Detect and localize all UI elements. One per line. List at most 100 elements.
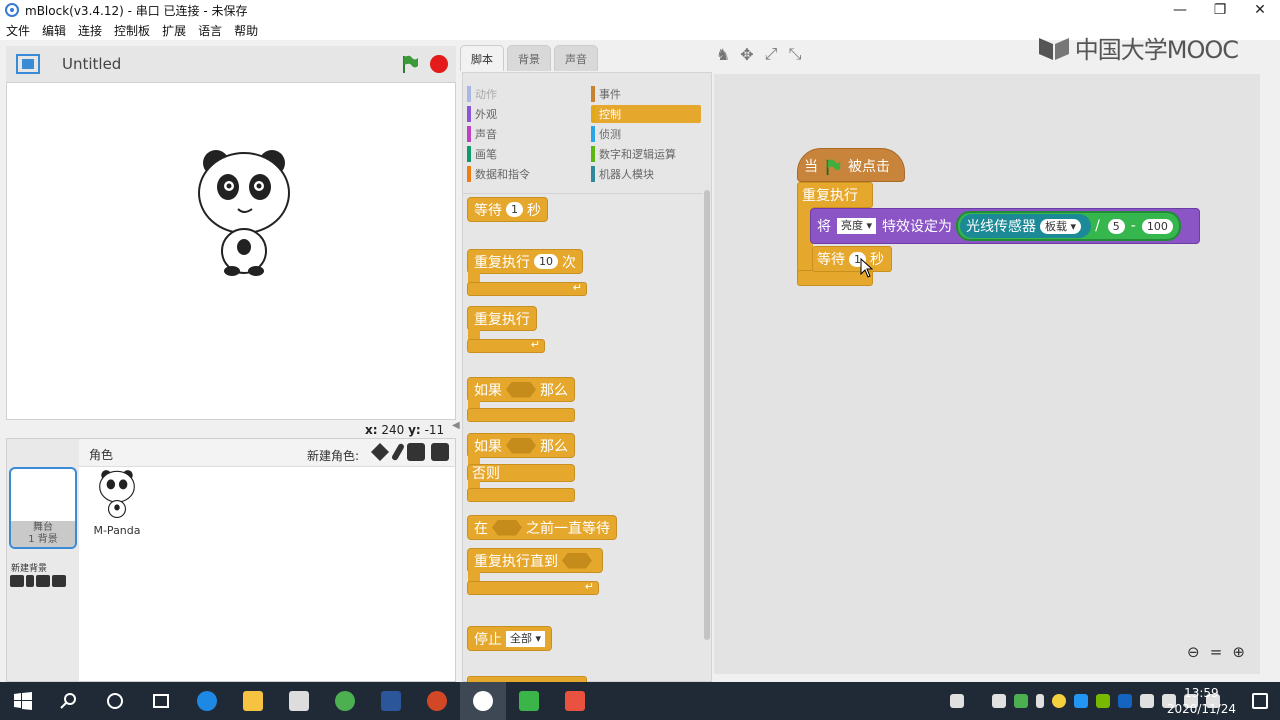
block-if-then[interactable]: 如果 那么 xyxy=(467,377,575,402)
block-repeat-until[interactable]: 重复执行直到 xyxy=(467,548,603,573)
wps-icon[interactable] xyxy=(1118,694,1132,708)
search-icon[interactable] xyxy=(46,682,92,720)
battery-icon[interactable] xyxy=(1140,694,1154,708)
powerpoint-icon[interactable] xyxy=(414,682,460,720)
camera-icon[interactable] xyxy=(431,443,449,461)
panda-sprite[interactable] xyxy=(194,147,294,277)
light-sensor-reporter[interactable]: 光线传感器 板载 ▾ / 5 - 100 xyxy=(956,211,1181,241)
mblock-taskbar-icon[interactable] xyxy=(460,682,506,720)
cortana-icon[interactable] xyxy=(92,682,138,720)
menu-edit[interactable]: 编辑 xyxy=(42,22,66,39)
menu-connect[interactable]: 连接 xyxy=(78,22,102,39)
set-effect-block[interactable]: 将 亮度 ▾ 特效设定为 光线传感器 板载 ▾ / 5 - 100 xyxy=(810,208,1200,244)
duplicate-stamp-icon[interactable]: ♞ xyxy=(715,45,731,64)
tray-app-icon[interactable] xyxy=(1052,694,1066,708)
tab-backdrops[interactable]: 背景 xyxy=(507,45,551,71)
fullscreen-icon[interactable] xyxy=(16,54,40,74)
project-title[interactable]: Untitled xyxy=(62,55,121,73)
category-control[interactable]: 控制 xyxy=(591,105,701,123)
store-icon[interactable] xyxy=(276,682,322,720)
start-button[interactable] xyxy=(0,682,46,720)
block-if-else[interactable]: 如果 那么 xyxy=(467,433,575,458)
stage-thumbnail[interactable]: 舞台 1 背景 xyxy=(9,467,77,549)
forever-block[interactable]: 重复执行 xyxy=(797,182,873,208)
category-data[interactable]: 数据和指令 xyxy=(467,165,577,183)
block-wait-until[interactable]: 在 之前一直等待 xyxy=(467,515,617,540)
category-sensing[interactable]: 侦测 xyxy=(591,125,701,143)
category-looks[interactable]: 外观 xyxy=(467,105,577,123)
stage-canvas[interactable] xyxy=(6,82,456,420)
category-label: 控制 xyxy=(599,108,621,121)
upload-icon[interactable] xyxy=(36,575,50,587)
word-icon[interactable] xyxy=(368,682,414,720)
chat-icon[interactable] xyxy=(992,694,1006,708)
value-input[interactable]: 100 xyxy=(1141,218,1173,234)
condition-slot[interactable] xyxy=(492,519,522,536)
browser-360-icon[interactable] xyxy=(322,682,368,720)
microphone-icon[interactable] xyxy=(1036,694,1044,708)
menu-help[interactable]: 帮助 xyxy=(234,22,258,39)
category-label: 机器人模块 xyxy=(599,168,654,181)
sprite-library-icon[interactable] xyxy=(371,443,389,461)
menu-language[interactable]: 语言 xyxy=(198,22,222,39)
zoom-in-icon[interactable]: ⊕ xyxy=(1232,643,1245,661)
palette-scrollbar[interactable] xyxy=(704,190,710,640)
category-robots[interactable]: 机器人模块 xyxy=(591,165,701,183)
input-method-icon[interactable] xyxy=(950,694,964,708)
nvidia-icon[interactable] xyxy=(1096,694,1110,708)
image-icon[interactable] xyxy=(10,575,24,587)
file-explorer-icon[interactable] xyxy=(230,682,276,720)
restore-icon[interactable]: ❐ xyxy=(1200,0,1240,20)
upload-icon[interactable] xyxy=(407,443,425,461)
shrink-icon[interactable]: ⤡ xyxy=(787,44,803,63)
category-sound[interactable]: 声音 xyxy=(467,125,577,143)
block-forever[interactable]: 重复执行 xyxy=(467,306,537,331)
effect-dropdown[interactable]: 亮度 ▾ xyxy=(837,218,877,234)
close-icon[interactable]: ✕ xyxy=(1240,0,1280,20)
block-number[interactable]: 1 xyxy=(506,202,523,217)
condition-slot[interactable] xyxy=(506,437,536,454)
zoom-out-icon[interactable]: ⊖ xyxy=(1187,643,1200,661)
camtasia-red-icon[interactable] xyxy=(552,682,598,720)
grow-icon[interactable]: ⤢ xyxy=(763,44,779,63)
stop-option-dropdown[interactable]: 全部 ▾ xyxy=(506,630,546,647)
paint-brush-icon[interactable] xyxy=(26,575,34,587)
green-flag-icon[interactable] xyxy=(400,54,420,74)
wait-block[interactable]: 等待 1 秒 xyxy=(812,246,892,272)
camera-icon[interactable] xyxy=(52,575,66,587)
camtasia-green-icon[interactable] xyxy=(506,682,552,720)
menu-extensions[interactable]: 扩展 xyxy=(162,22,186,39)
category-operators[interactable]: 数字和逻辑运算 xyxy=(591,145,715,163)
port-dropdown[interactable]: 板载 ▾ xyxy=(1040,218,1082,234)
delete-scissors-icon[interactable]: ✥ xyxy=(739,45,755,64)
paint-brush-icon[interactable] xyxy=(390,442,406,462)
when-flag-clicked-block[interactable]: 当 被点击 xyxy=(797,148,905,182)
security-shield-icon[interactable] xyxy=(1014,694,1028,708)
minimize-icon[interactable]: — xyxy=(1160,0,1200,20)
collapse-arrow-icon[interactable]: ◀ xyxy=(452,420,460,434)
divisor-input[interactable]: 5 xyxy=(1107,218,1125,234)
bluetooth-icon[interactable] xyxy=(1074,694,1088,708)
stop-icon[interactable] xyxy=(430,55,448,73)
condition-slot[interactable] xyxy=(506,381,536,398)
menu-file[interactable]: 文件 xyxy=(6,22,30,39)
task-view-icon[interactable] xyxy=(138,682,184,720)
block-stop[interactable]: 停止 全部 ▾ xyxy=(467,626,553,651)
tab-sounds[interactable]: 声音 xyxy=(554,45,598,71)
script-area[interactable] xyxy=(714,74,1260,674)
category-motion[interactable]: 动作 xyxy=(467,85,577,103)
sprite-item[interactable]: M-Panda xyxy=(89,469,145,537)
light-sensor-block[interactable]: 光线传感器 板载 ▾ xyxy=(960,214,1092,238)
condition-slot[interactable] xyxy=(562,552,592,569)
edge-icon[interactable] xyxy=(184,682,230,720)
zoom-reset-icon[interactable]: = xyxy=(1210,643,1223,661)
block-repeat[interactable]: 重复执行 10 次 xyxy=(467,249,583,274)
tab-scripts[interactable]: 脚本 xyxy=(460,45,504,71)
notification-icon[interactable] xyxy=(1252,693,1268,709)
block-number[interactable]: 10 xyxy=(534,254,558,269)
category-events[interactable]: 事件 xyxy=(591,85,701,103)
menu-board[interactable]: 控制板 xyxy=(114,22,150,39)
block-wait[interactable]: 等待 1 秒 xyxy=(467,197,548,222)
system-clock[interactable]: 13:59 2020/11/24 xyxy=(1167,685,1236,717)
category-pen[interactable]: 画笔 xyxy=(467,145,577,163)
